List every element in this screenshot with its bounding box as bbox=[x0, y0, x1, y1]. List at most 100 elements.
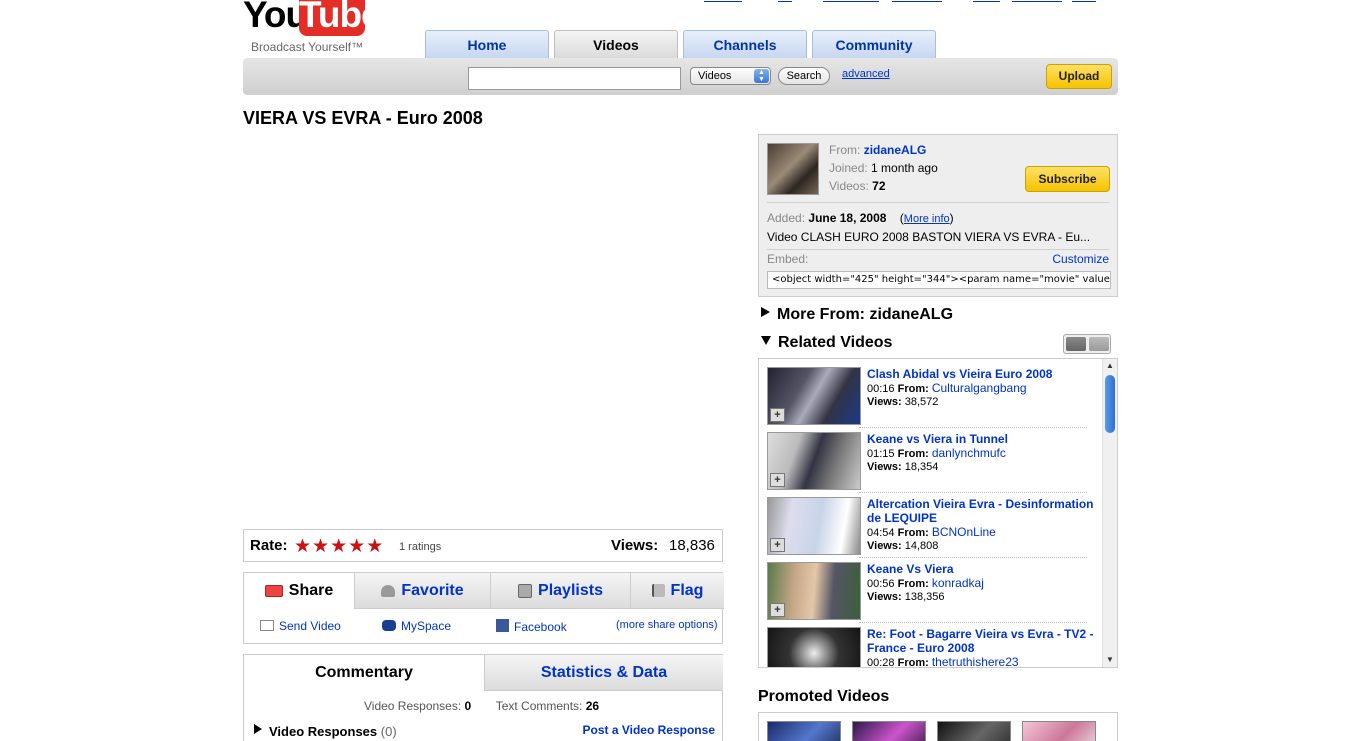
list-item[interactable]: + Re: Foot - Bagarre Vieira vs Evra - TV… bbox=[767, 627, 1099, 668]
more-from-toggle[interactable]: More From: zidaneALG bbox=[761, 306, 953, 324]
tab-statistics[interactable]: Statistics & Data bbox=[484, 655, 723, 691]
tab-favorite[interactable]: Favorite bbox=[354, 573, 490, 609]
share-panel: Share Favorite Playlists Flag Send Video… bbox=[243, 572, 724, 644]
tab-favorite-label: Favorite bbox=[401, 582, 464, 599]
related-video-title[interactable]: Clash Abidal vs Vieira Euro 2008 bbox=[867, 367, 1099, 381]
top-link[interactable] bbox=[1072, 0, 1096, 2]
video-thumbnail[interactable]: + bbox=[767, 367, 861, 425]
tab-playlists[interactable]: Playlists bbox=[490, 573, 630, 609]
video-thumbnail[interactable]: + bbox=[767, 627, 861, 667]
upload-button[interactable]: Upload bbox=[1046, 64, 1112, 89]
top-link[interactable] bbox=[823, 0, 879, 2]
views-label: Views: bbox=[611, 537, 659, 554]
divider bbox=[859, 427, 1087, 428]
video-duration: 00:56 bbox=[867, 578, 895, 590]
youtube-logo[interactable]: You Tube Broadcast Yourself™ bbox=[243, 0, 382, 56]
from-label: From: bbox=[897, 383, 929, 395]
uploader-name-link[interactable]: zidaneALG bbox=[864, 143, 927, 157]
related-video-views: Views: 138,356 bbox=[867, 590, 944, 604]
star-icon[interactable]: ★ bbox=[312, 536, 329, 557]
video-player[interactable] bbox=[243, 134, 723, 524]
add-to-quicklist-icon[interactable]: + bbox=[770, 408, 785, 422]
related-videos-toggle[interactable]: Related Videos bbox=[761, 334, 892, 352]
divider bbox=[859, 492, 1087, 493]
list-item[interactable]: + Clash Abidal vs Vieira Euro 2008 00:16… bbox=[767, 367, 1097, 429]
scrollbar-thumb[interactable] bbox=[1105, 375, 1115, 433]
related-video-title[interactable]: Re: Foot - Bagarre Vieira vs Evra - TV2 … bbox=[867, 627, 1099, 655]
video-responses-count: 0 bbox=[464, 699, 472, 713]
subscribe-button[interactable]: Subscribe bbox=[1025, 166, 1110, 192]
search-button[interactable]: Search bbox=[778, 67, 830, 85]
promoted-videos-list bbox=[758, 712, 1118, 741]
star-icon[interactable]: ★ bbox=[366, 536, 383, 557]
top-link[interactable] bbox=[892, 0, 942, 2]
uploader-link[interactable]: BCNOnLine bbox=[932, 525, 996, 539]
tab-community[interactable]: Community bbox=[812, 30, 936, 60]
send-video-link[interactable]: Send Video bbox=[260, 619, 341, 633]
video-duration: 00:28 bbox=[867, 657, 895, 668]
advanced-search-link[interactable]: advanced bbox=[842, 68, 890, 80]
list-item[interactable]: + Altercation Vieira Evra - Desinformati… bbox=[767, 497, 1097, 559]
tab-share[interactable]: Share bbox=[244, 573, 354, 609]
customize-link[interactable]: Customize bbox=[1052, 252, 1109, 266]
add-to-quicklist-icon[interactable]: + bbox=[770, 473, 785, 487]
commentary-panel: Commentary Statistics & Data Video Respo… bbox=[243, 654, 723, 741]
myspace-icon bbox=[382, 620, 396, 631]
more-share-options-link[interactable]: (more share options) bbox=[616, 619, 718, 631]
video-thumbnail[interactable]: + bbox=[767, 497, 861, 555]
tab-flag[interactable]: Flag bbox=[630, 573, 724, 609]
add-to-quicklist-icon[interactable]: + bbox=[770, 538, 785, 552]
post-video-response-link[interactable]: Post a Video Response bbox=[583, 723, 716, 737]
list-item[interactable]: + Keane vs Viera in Tunnel 01:15 From: d… bbox=[767, 432, 1097, 494]
tab-commentary[interactable]: Commentary bbox=[244, 655, 484, 691]
top-link[interactable] bbox=[973, 0, 1000, 2]
video-thumbnail[interactable] bbox=[852, 721, 926, 741]
views-label: Views: bbox=[867, 591, 902, 603]
view-mode-toggle[interactable] bbox=[1063, 334, 1111, 354]
list-view-icon[interactable] bbox=[1066, 337, 1086, 351]
scroll-up-icon[interactable]: ▲ bbox=[1103, 359, 1117, 373]
video-thumbnail[interactable] bbox=[1022, 721, 1096, 741]
related-scrollbar[interactable]: ▲ ▼ bbox=[1102, 359, 1117, 667]
uploader-avatar[interactable] bbox=[767, 143, 819, 195]
more-info-link[interactable]: More info bbox=[904, 213, 950, 225]
search-category-select[interactable]: Videos ▲ ▼ bbox=[690, 67, 771, 85]
embed-code-field[interactable]: <object width="425" height="344"><param … bbox=[767, 271, 1111, 289]
related-video-meta: 00:16 From: Culturalgangbang bbox=[867, 381, 1027, 396]
add-to-quicklist-icon[interactable]: + bbox=[770, 603, 785, 617]
scroll-down-icon[interactable]: ▼ bbox=[1103, 653, 1117, 667]
uploader-link[interactable]: konradkaj bbox=[932, 576, 984, 590]
related-video-title[interactable]: Keane Vs Viera bbox=[867, 562, 1099, 576]
related-videos-heading: Related Videos bbox=[778, 334, 893, 351]
uploader-link[interactable]: Culturalgangbang bbox=[932, 381, 1027, 395]
grid-view-icon[interactable] bbox=[1089, 337, 1109, 351]
video-thumbnail[interactable]: + bbox=[767, 562, 861, 620]
tab-home[interactable]: Home bbox=[425, 30, 549, 60]
tab-channels[interactable]: Channels bbox=[683, 30, 807, 60]
myspace-link[interactable]: MySpace bbox=[382, 619, 451, 633]
expand-arrow-icon bbox=[254, 724, 262, 734]
uploader-link[interactable]: thetruthishere23 bbox=[932, 655, 1019, 667]
related-videos-list: + Clash Abidal vs Vieira Euro 2008 00:16… bbox=[758, 358, 1118, 668]
star-rating[interactable]: ★★★★★ bbox=[294, 535, 384, 558]
top-link[interactable] bbox=[704, 0, 742, 2]
video-thumbnail[interactable] bbox=[937, 721, 1011, 741]
related-video-meta: 01:15 From: danlynchmufc bbox=[867, 446, 1006, 461]
star-icon[interactable]: ★ bbox=[330, 536, 347, 557]
list-item[interactable]: + Keane Vs Viera 00:56 From: konradkaj V… bbox=[767, 562, 1097, 624]
search-input[interactable] bbox=[468, 67, 681, 90]
video-thumbnail[interactable]: + bbox=[767, 432, 861, 490]
top-link[interactable] bbox=[778, 0, 792, 2]
star-icon[interactable]: ★ bbox=[348, 536, 365, 557]
related-video-title[interactable]: Keane vs Viera in Tunnel bbox=[867, 432, 1099, 446]
more-from-heading: More From: zidaneALG bbox=[777, 306, 954, 323]
promoted-videos-heading: Promoted Videos bbox=[758, 688, 890, 705]
uploader-link[interactable]: danlynchmufc bbox=[932, 446, 1006, 460]
star-icon[interactable]: ★ bbox=[294, 536, 311, 557]
facebook-link[interactable]: Facebook bbox=[496, 619, 567, 634]
tab-videos[interactable]: Videos bbox=[554, 30, 678, 60]
related-video-title[interactable]: Altercation Vieira Evra - Desinformation… bbox=[867, 497, 1099, 525]
video-responses-toggle[interactable]: Video Responses (0) bbox=[254, 724, 397, 739]
top-link[interactable] bbox=[1012, 0, 1062, 2]
video-thumbnail[interactable] bbox=[767, 721, 841, 741]
